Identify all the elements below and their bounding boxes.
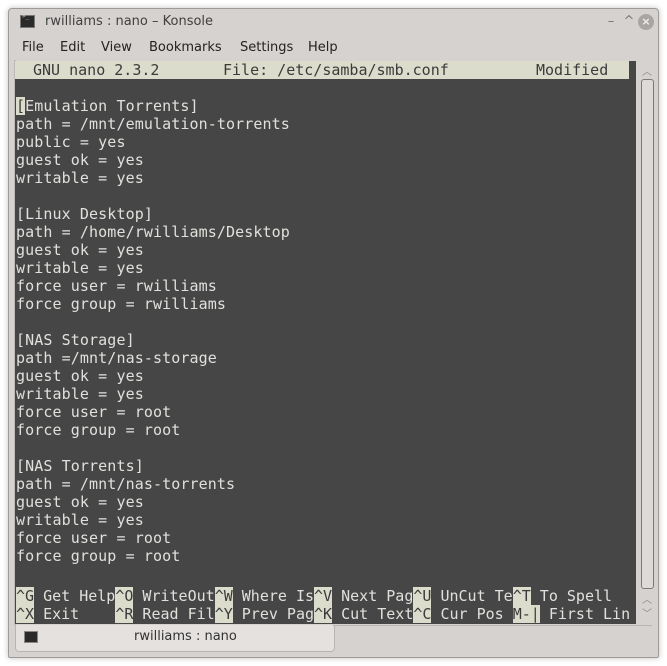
konsole-window: rwilliams : nano – Konsole – ^ × File Ed… [8,8,659,658]
menu-settings[interactable]: Settings [240,40,293,55]
shortcut-key: ^G [16,587,35,605]
file-line: [Emulation Torrents] [16,97,199,115]
file-line: force group = root [16,421,181,439]
shortcut-label: First Lin [539,605,631,623]
file-line: writable = yes [16,385,144,403]
shortcut-key: M-| [512,605,540,623]
shortcut-label: Prev Pag [232,605,315,623]
shortcut-label: To Spell [530,587,613,605]
title-bar[interactable]: rwilliams : nano – Konsole – ^ × [9,9,658,35]
terminal-icon [20,13,35,28]
file-line: [Linux Desktop] [16,205,153,223]
file-line: writable = yes [16,511,144,529]
file-line: writable = yes [16,169,144,187]
file-line: [NAS Torrents] [16,457,144,475]
shortcut-key: ^X [16,605,35,623]
nano-version: GNU nano 2.3.2 [33,61,160,79]
terminal-area[interactable]: GNU nano 2.3.2 File: /etc/samba/smb.conf… [15,61,636,624]
file-line: force group = rwilliams [16,295,227,313]
shortcut-label: UnCut Te [431,587,513,605]
terminal-icon [24,631,38,643]
shortcut-label: Read Fil [133,605,215,623]
shortcut-key: ^W [214,587,233,605]
file-line: [NAS Storage] [16,331,135,349]
shortcut-label: Cut Text [332,605,414,623]
menu-edit[interactable]: Edit [60,40,85,55]
shortcut-row-2: ^X Exit ^R Read Fil^Y Prev Pag^K Cut Tex… [16,605,630,623]
file-line: guest ok = yes [16,493,144,511]
scroll-up-arrow-icon[interactable]: ︿ [638,63,656,78]
shortcut-key: ^U [413,587,432,605]
text-cursor: [ [16,97,26,115]
shortcut-label: Next Pag [332,587,414,605]
file-line: guest ok = yes [16,367,144,385]
minimize-button[interactable]: – [604,13,618,31]
shortcut-label: Where Is [232,587,315,605]
tab-rwilliams-nano[interactable]: rwilliams : nano [15,625,335,652]
nano-status: Modified [536,61,609,79]
shortcut-key: ^C [413,605,432,623]
file-line: guest ok = yes [16,241,144,259]
scroll-down-arrow-icon[interactable]: ﹀ [638,605,656,620]
file-line: force user = root [16,529,172,547]
menu-file[interactable]: File [22,40,44,55]
tab-label: rwilliams : nano [134,629,237,644]
file-line: guest ok = yes [16,151,144,169]
shortcut-key: ^T [512,587,531,605]
shortcut-key: ^V [314,587,333,605]
shortcut-label: WriteOut [133,587,215,605]
file-line: writable = yes [16,259,144,277]
file-line: path = /mnt/nas-torrents [16,475,236,493]
shortcut-label: Get Help [34,587,116,605]
nano-filename: File: /etc/samba/smb.conf [223,61,449,79]
maximize-button[interactable]: ^ [622,13,636,31]
file-line: public = yes [16,133,126,151]
scroll-up-arrow-icon[interactable]: ︿ [638,591,656,606]
file-line: path = /home/rwilliams/Desktop [16,223,290,241]
file-line: force user = root [16,403,172,421]
shortcut-row-1: ^G Get Help^O WriteOut^W Where Is^V Next… [16,587,612,605]
tab-bar-empty [333,625,652,646]
menu-bar: File Edit View Bookmarks Settings Help [9,36,658,60]
scrollbar[interactable]: ︿ ︿ ﹀ [638,61,656,624]
shortcut-label: Cur Pos [431,605,513,623]
file-line: path = /mnt/emulation-torrents [16,115,290,133]
window-title: rwilliams : nano – Konsole [45,14,214,29]
close-button[interactable]: × [638,14,654,30]
file-line: force user = rwilliams [16,277,217,295]
menu-help[interactable]: Help [308,40,338,55]
shortcut-key: ^R [115,605,134,623]
nano-header: GNU nano 2.3.2 File: /etc/samba/smb.conf… [15,61,629,79]
file-line: force group = root [16,547,181,565]
tab-bar: rwilliams : nano [9,625,658,659]
shortcut-key: ^K [314,605,333,623]
menu-bookmarks[interactable]: Bookmarks [149,40,222,55]
shortcut-label: Exit [34,605,116,623]
menu-view[interactable]: View [101,40,132,55]
scroll-handle[interactable] [641,79,654,589]
shortcut-key: ^Y [214,605,233,623]
file-line: path =/mnt/nas-storage [16,349,217,367]
shortcut-key: ^O [115,587,134,605]
